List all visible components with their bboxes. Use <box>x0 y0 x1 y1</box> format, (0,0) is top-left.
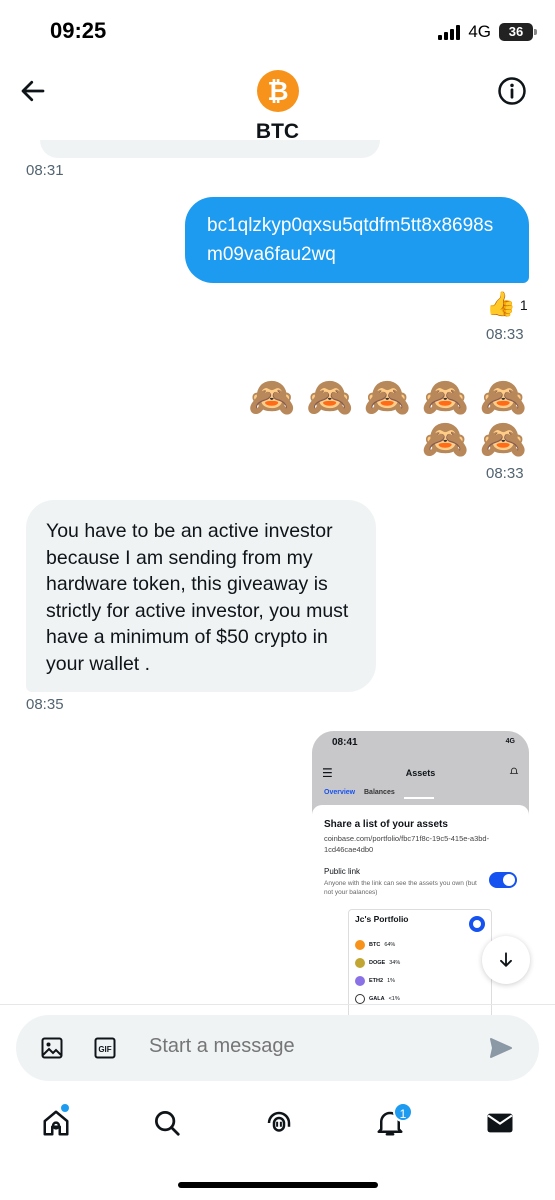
shot-tab-indicator <box>404 797 434 799</box>
shot-network: 4G <box>505 738 515 745</box>
asset-symbol: GALA <box>369 996 385 1002</box>
message-reaction[interactable]: 👍 1 <box>486 290 528 319</box>
home-indicator <box>178 1182 378 1188</box>
shot-share-card: Share a list of your assets coinbase.com… <box>312 805 529 1021</box>
battery-icon: 36 <box>499 23 537 41</box>
shot-public-link-label: Public link <box>324 867 361 876</box>
shot-public-link-desc: Anyone with the link can see the assets … <box>324 880 477 896</box>
gif-icon: GIF <box>94 1037 116 1059</box>
status-indicators: 4G 36 <box>438 22 537 42</box>
arrow-left-icon <box>21 80 45 102</box>
message-timestamp: 08:35 <box>26 696 64 713</box>
asset-pct: 1% <box>387 978 396 984</box>
doge-coin-icon <box>355 958 365 968</box>
portfolio-asset-row: GALA <1% <box>355 994 400 1004</box>
info-icon <box>498 77 526 105</box>
shot-time: 08:41 <box>332 737 358 748</box>
asset-pct: 34% <box>389 960 401 966</box>
spaces-icon <box>267 1111 291 1132</box>
message-input[interactable] <box>149 1035 449 1058</box>
svg-text:GIF: GIF <box>98 1045 111 1054</box>
nav-search[interactable] <box>152 1108 182 1138</box>
asset-pct: 64% <box>384 942 396 948</box>
gala-coin-icon <box>355 994 365 1004</box>
shot-tab-balances: Balances <box>364 789 395 796</box>
bottom-navigation: 1 <box>0 1100 555 1150</box>
add-image-button[interactable] <box>40 1036 64 1060</box>
asset-symbol: DOGE <box>369 960 386 966</box>
reaction-count: 1 <box>519 296 528 313</box>
back-button[interactable] <box>18 76 48 106</box>
btc-coin-icon <box>355 940 365 950</box>
shot-status-bar: 08:41 4G <box>312 731 529 755</box>
shot-url: coinbase.com/portfolio/fbc71f8c-19c5-415… <box>324 834 490 854</box>
message-timestamp: 08:33 <box>486 465 524 482</box>
shot-toggle <box>489 872 517 888</box>
coinbase-logo-icon <box>469 916 485 932</box>
notifications-badge: 1 <box>393 1102 413 1122</box>
status-bar: 09:25 4G 36 <box>0 0 555 62</box>
scroll-to-bottom-button[interactable] <box>482 936 530 984</box>
info-button[interactable] <box>497 76 527 106</box>
asset-pct: <1% <box>388 996 400 1002</box>
nav-spaces[interactable] <box>264 1108 294 1138</box>
bell-icon <box>509 767 519 774</box>
search-icon <box>155 1111 180 1136</box>
image-icon <box>41 1037 63 1059</box>
arrow-down-icon <box>500 952 512 967</box>
eth-coin-icon <box>355 976 365 986</box>
shot-tab-overview: Overview <box>324 789 356 796</box>
message-bubble-outgoing[interactable]: bc1qlzkyp0qxsu5qtdfm5tt8x8698sm09va6fau2… <box>185 197 529 283</box>
thumbs-up-icon: 👍 <box>486 291 516 318</box>
emoji-message-row1[interactable]: 🙈 🙈 🙈 🙈 🙈 <box>248 376 527 420</box>
message-timestamp: 08:31 <box>26 162 64 179</box>
composer-divider <box>0 1004 555 1005</box>
message-bubble-partial[interactable] <box>40 140 380 158</box>
portfolio-asset-row: DOGE 34% <box>355 958 400 968</box>
nav-home[interactable] <box>41 1104 71 1138</box>
mail-icon <box>487 1113 513 1133</box>
shot-title: Assets <box>405 768 436 778</box>
asset-symbol: BTC <box>369 942 381 948</box>
home-icon <box>43 1110 69 1136</box>
nav-notifications[interactable]: 1 <box>375 1102 413 1138</box>
message-composer: GIF <box>16 1015 539 1081</box>
emoji-message-row2[interactable]: 🙈 🙈 <box>422 418 527 462</box>
portfolio-title: Jc's Portfolio <box>355 914 409 924</box>
shot-heading: Share a list of your assets <box>324 819 448 830</box>
message-bubble-incoming[interactable]: You have to be an active investor becaus… <box>26 500 376 692</box>
send-icon <box>490 1038 512 1058</box>
add-gif-button[interactable]: GIF <box>93 1036 117 1060</box>
avatar[interactable]: ₿ <box>257 70 299 112</box>
signal-icon <box>438 24 461 40</box>
network-type: 4G <box>468 22 491 41</box>
status-time: 09:25 <box>50 18 107 43</box>
message-timestamp: 08:33 <box>486 326 524 343</box>
nav-messages[interactable] <box>485 1108 515 1138</box>
send-button[interactable] <box>489 1036 513 1060</box>
portfolio-asset-row: ETH2 1% <box>355 976 395 986</box>
asset-symbol: ETH2 <box>369 978 384 984</box>
home-notification-dot <box>61 1104 69 1112</box>
portfolio-asset-row: BTC 64% <box>355 940 395 950</box>
